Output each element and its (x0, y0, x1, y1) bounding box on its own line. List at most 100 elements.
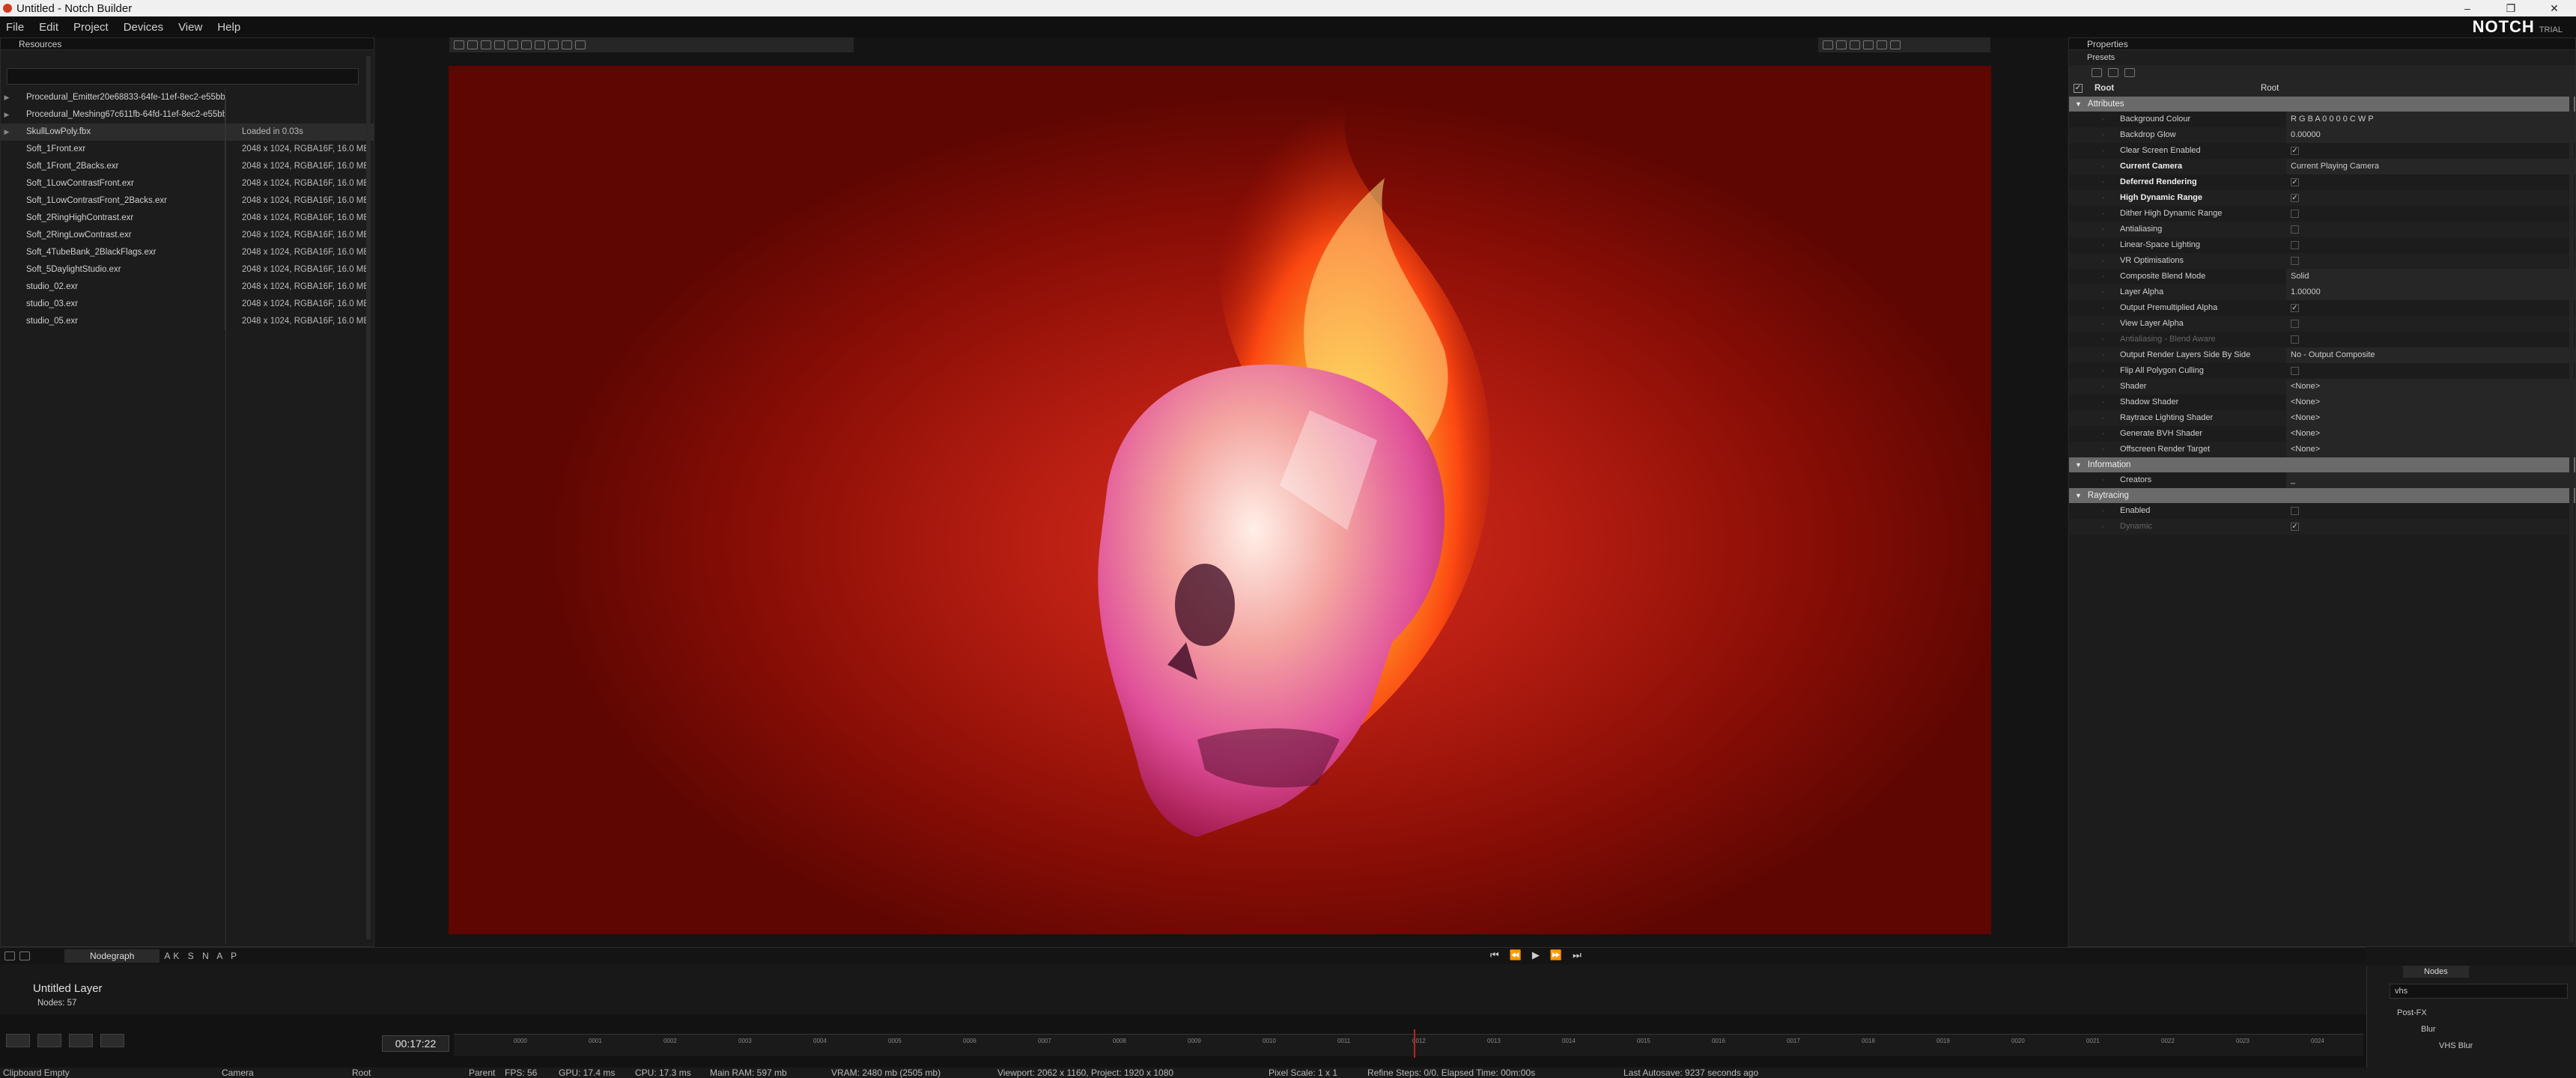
property-value[interactable] (2286, 253, 2575, 269)
property-value[interactable]: ✓ (2286, 300, 2575, 316)
rotate-tool-icon[interactable] (467, 40, 478, 49)
timeline-ruler[interactable]: 0000 0001 0002 0003 0004 0005 0006 0007 0008 0009… (454, 1034, 2363, 1056)
keyframe-icon[interactable]: ◦ (2069, 253, 2120, 269)
keyframe-icon[interactable]: ◦ (2069, 143, 2120, 159)
menu-edit[interactable]: Edit (33, 21, 67, 34)
gizmo-tool-icon[interactable] (521, 40, 532, 49)
menu-project[interactable]: Project (67, 21, 118, 34)
expand-icon[interactable]: ▶ (1, 89, 13, 106)
keyframe-icon[interactable]: ◦ (2069, 472, 2120, 488)
resource-row[interactable]: studio_05.exr 2048 x 1024, RGBA16F, 16.0 … (1, 313, 374, 330)
skip-end-icon[interactable]: ⏭ (1573, 949, 1582, 961)
keyframe-icon[interactable]: ◦ (2069, 347, 2120, 363)
resources-search-input[interactable] (7, 68, 359, 85)
timeline-settings-button[interactable] (6, 1034, 30, 1047)
property-value[interactable]: ✓ (2286, 174, 2575, 190)
play-icon[interactable]: ▶ (1532, 949, 1540, 961)
resource-row[interactable]: studio_03.exr 2048 x 1024, RGBA16F, 16.0 … (1, 296, 374, 313)
keyframe-icon[interactable]: ◦ (2069, 237, 2120, 253)
nodegraph-tool-icon[interactable] (19, 951, 30, 960)
keyframe-icon[interactable]: ◦ (2069, 503, 2120, 519)
property-value[interactable] (2286, 332, 2575, 347)
orbit-icon[interactable] (1836, 40, 1847, 49)
pan-icon[interactable] (1823, 40, 1833, 49)
property-checkbox[interactable] (2291, 225, 2299, 234)
keyframe-icon[interactable]: ◦ (2069, 395, 2120, 410)
resource-row[interactable]: Soft_2RingHighContrast.exr 2048 x 1024, R… (1, 210, 374, 227)
keyframe-icon[interactable]: ◦ (2069, 159, 2120, 174)
step-forward-icon[interactable]: ⏩ (1550, 949, 1562, 961)
keyframe-icon[interactable]: ◦ (2069, 222, 2120, 237)
property-checkbox[interactable] (2291, 209, 2299, 218)
keyframe-icon[interactable]: ◦ (2069, 410, 2120, 426)
menu-view[interactable]: View (172, 21, 211, 34)
property-checkbox[interactable]: ✓ (2291, 177, 2299, 186)
filter-icon[interactable] (2092, 68, 2102, 77)
property-checkbox[interactable] (2291, 319, 2299, 328)
property-value[interactable] (2286, 206, 2575, 222)
property-checkbox[interactable]: ✓ (2291, 303, 2299, 312)
keyframe-icon[interactable]: ◦ (2069, 332, 2120, 347)
keyframe-icon[interactable]: ◦ (2069, 300, 2120, 316)
timecode-display[interactable]: 00:17:22 (382, 1035, 449, 1052)
layers-tool-icon[interactable] (575, 40, 586, 49)
resource-row[interactable]: Soft_5DaylightStudio.exr 2048 x 1024, RGB… (1, 261, 374, 278)
property-value[interactable]: ✓ (2286, 143, 2575, 159)
resource-row[interactable]: Soft_1Front.exr 2048 x 1024, RGBA16F, 16.… (1, 141, 374, 158)
timeline-playhead[interactable] (1414, 1029, 1415, 1058)
resource-row[interactable]: Soft_2RingLowContrast.exr 2048 x 1024, RG… (1, 227, 374, 244)
keyframe-icon[interactable]: ◦ (2069, 269, 2120, 284)
property-value[interactable]: Current Playing Camera (2286, 159, 2575, 174)
keyframe-icon[interactable]: ◦ (2069, 442, 2120, 457)
property-value[interactable] (2286, 316, 2575, 332)
expand-icon[interactable]: ▶ (1, 124, 13, 141)
presets-dropdown[interactable]: Presets (2069, 50, 2575, 65)
property-value[interactable] (2286, 503, 2575, 519)
resource-row[interactable]: studio_02.exr 2048 x 1024, RGBA16F, 16.0 … (1, 278, 374, 296)
snap-tool-icon[interactable] (508, 40, 518, 49)
property-value[interactable]: ✓ (2286, 190, 2575, 206)
property-value[interactable] (2286, 237, 2575, 253)
resources-scrollbar[interactable] (366, 56, 371, 940)
keyframe-icon[interactable]: ◦ (2069, 112, 2120, 127)
tree-item-vhs-blur[interactable]: VHS Blur (2367, 1038, 2576, 1054)
resource-row[interactable]: ▶ Procedural_Emitter20e68833-64fe-11ef-8e… (1, 89, 374, 106)
resource-row[interactable]: ▶ Procedural_Meshing67c611fb-64fd-11ef-8e… (1, 106, 374, 124)
render-canvas[interactable] (449, 66, 1991, 934)
property-checkbox[interactable] (2291, 240, 2299, 249)
property-value[interactable]: <None> (2286, 442, 2575, 457)
property-value[interactable]: <None> (2286, 426, 2575, 442)
close-button[interactable]: ✕ (2533, 0, 2576, 16)
zoom-icon[interactable] (1850, 40, 1860, 49)
keyframe-icon[interactable]: ◦ (2069, 426, 2120, 442)
light-tool-icon[interactable] (562, 40, 572, 49)
maximize-button[interactable]: ❐ (2489, 0, 2533, 16)
keyframe-icon[interactable]: ◦ (2069, 190, 2120, 206)
property-value[interactable]: _ (2286, 472, 2575, 488)
resource-row[interactable]: Soft_1LowContrastFront.exr 2048 x 1024, R… (1, 175, 374, 192)
property-value[interactable]: <None> (2286, 410, 2575, 426)
fullscreen-icon[interactable] (1877, 40, 1887, 49)
keyframe-icon[interactable]: ◦ (2069, 206, 2120, 222)
keyframe-icon[interactable]: ◦ (2069, 379, 2120, 395)
property-checkbox[interactable] (2291, 506, 2299, 515)
property-checkbox[interactable] (2291, 366, 2299, 375)
resource-row[interactable]: Soft_1LowContrastFront_2Backs.exr 2048 x … (1, 192, 374, 210)
resource-row[interactable]: Soft_4TubeBank_2BlackFlags.exr 2048 x 102… (1, 244, 374, 261)
timeline-loop-button[interactable] (37, 1034, 61, 1047)
close-icon[interactable] (2124, 68, 2135, 77)
resource-row[interactable]: Soft_1Front_2Backs.exr 2048 x 1024, RGBA1… (1, 158, 374, 175)
property-value[interactable]: R G B A 0 0 0 0 C W P (2286, 112, 2575, 127)
keyframe-icon[interactable]: ◦ (2069, 316, 2120, 332)
nodegraph-tool-icon[interactable] (4, 951, 15, 960)
section-header[interactable]: ▼ Attributes (2069, 97, 2575, 112)
column-divider[interactable] (225, 98, 226, 944)
keyframe-icon[interactable]: ◦ (2069, 174, 2120, 190)
scale-tool-icon[interactable] (494, 40, 505, 49)
property-checkbox[interactable]: ✓ (2291, 522, 2299, 531)
move-tool-icon[interactable] (481, 40, 491, 49)
property-value[interactable]: 1.00000 (2286, 284, 2575, 300)
property-value[interactable]: <None> (2286, 395, 2575, 410)
keyframe-icon[interactable]: ◦ (2069, 363, 2120, 379)
property-checkbox[interactable] (2291, 256, 2299, 265)
